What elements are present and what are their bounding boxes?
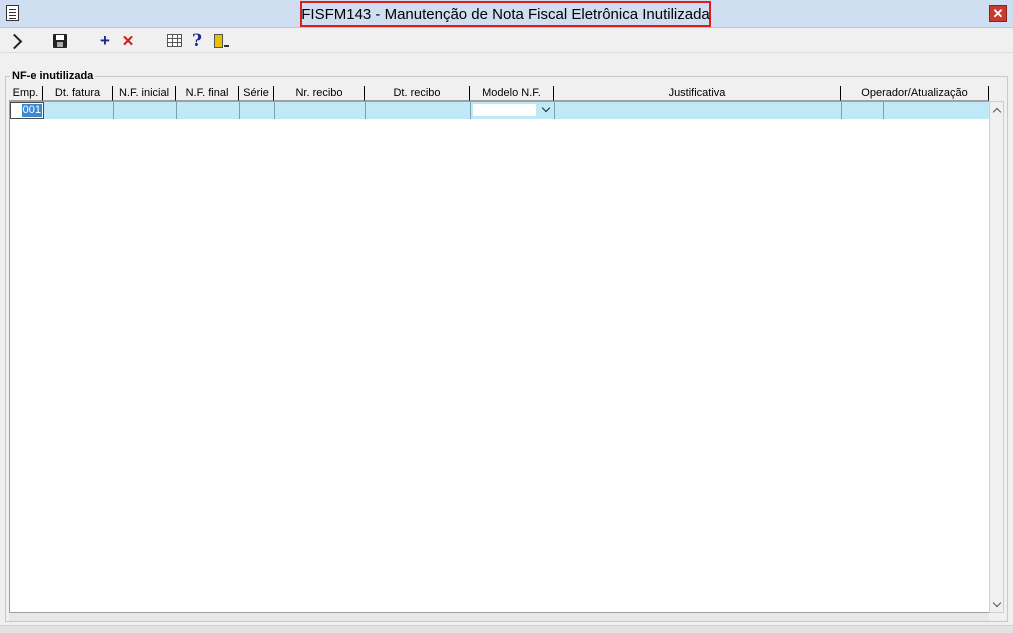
close-button[interactable]: ✕ [989,5,1007,22]
horizontal-scrollbar[interactable] [9,613,989,621]
table-header: Emp. Dt. fatura N.F. inicial N.F. final … [9,86,989,101]
grid-icon[interactable] [167,34,182,47]
justificativa-cell[interactable] [555,102,842,119]
nf-inicial-cell[interactable] [114,102,177,119]
emp-value: 001 [21,104,42,117]
vertical-scrollbar[interactable] [989,101,1004,613]
scroll-up-icon[interactable] [991,103,1003,117]
column-header-dt-recibo[interactable]: Dt. recibo [365,86,470,101]
exit-icon[interactable] [212,32,230,50]
modelo-nf-value [473,104,536,116]
status-bar [0,625,1013,633]
data-grid[interactable]: 001 [9,101,990,613]
nr-recibo-cell[interactable] [275,102,366,119]
toolbar: + ✕ ? [0,29,1013,53]
operador-cell[interactable] [842,102,884,119]
add-icon[interactable]: + [96,31,114,50]
column-header-dt-fatura[interactable]: Dt. fatura [43,86,113,101]
save-icon[interactable] [53,34,67,48]
emp-cell[interactable]: 001 [10,102,44,119]
delete-icon[interactable]: ✕ [119,32,137,50]
modelo-nf-select[interactable] [471,102,555,119]
chevron-down-icon[interactable] [541,103,551,113]
table-row[interactable]: 001 [10,102,990,119]
group-title: NF-e inutilizada [10,70,96,82]
atualizacao-cell[interactable] [884,102,990,119]
column-header-emp[interactable]: Emp. [9,86,43,101]
scroll-down-icon[interactable] [991,597,1003,611]
navigate-arrow-icon[interactable] [5,32,23,50]
column-header-nf-inicial[interactable]: N.F. inicial [113,86,176,101]
dt-recibo-cell[interactable] [366,102,471,119]
help-icon[interactable]: ? [188,31,206,51]
title-bar: FISFM143 - Manutenção de Nota Fiscal Ele… [0,0,1013,28]
column-header-justificativa[interactable]: Justificativa [554,86,841,101]
column-header-nf-final[interactable]: N.F. final [176,86,239,101]
column-header-operador[interactable]: Operador/Atualização [841,86,989,101]
document-icon[interactable] [6,5,19,21]
nf-final-cell[interactable] [177,102,240,119]
column-header-serie[interactable]: Série [239,86,274,101]
column-header-modelo-nf[interactable]: Modelo N.F. [470,86,554,101]
column-header-nr-recibo[interactable]: Nr. recibo [274,86,365,101]
window-title: FISFM143 - Manutenção de Nota Fiscal Ele… [300,1,711,27]
dt-fatura-cell[interactable] [44,102,114,119]
serie-cell[interactable] [240,102,275,119]
